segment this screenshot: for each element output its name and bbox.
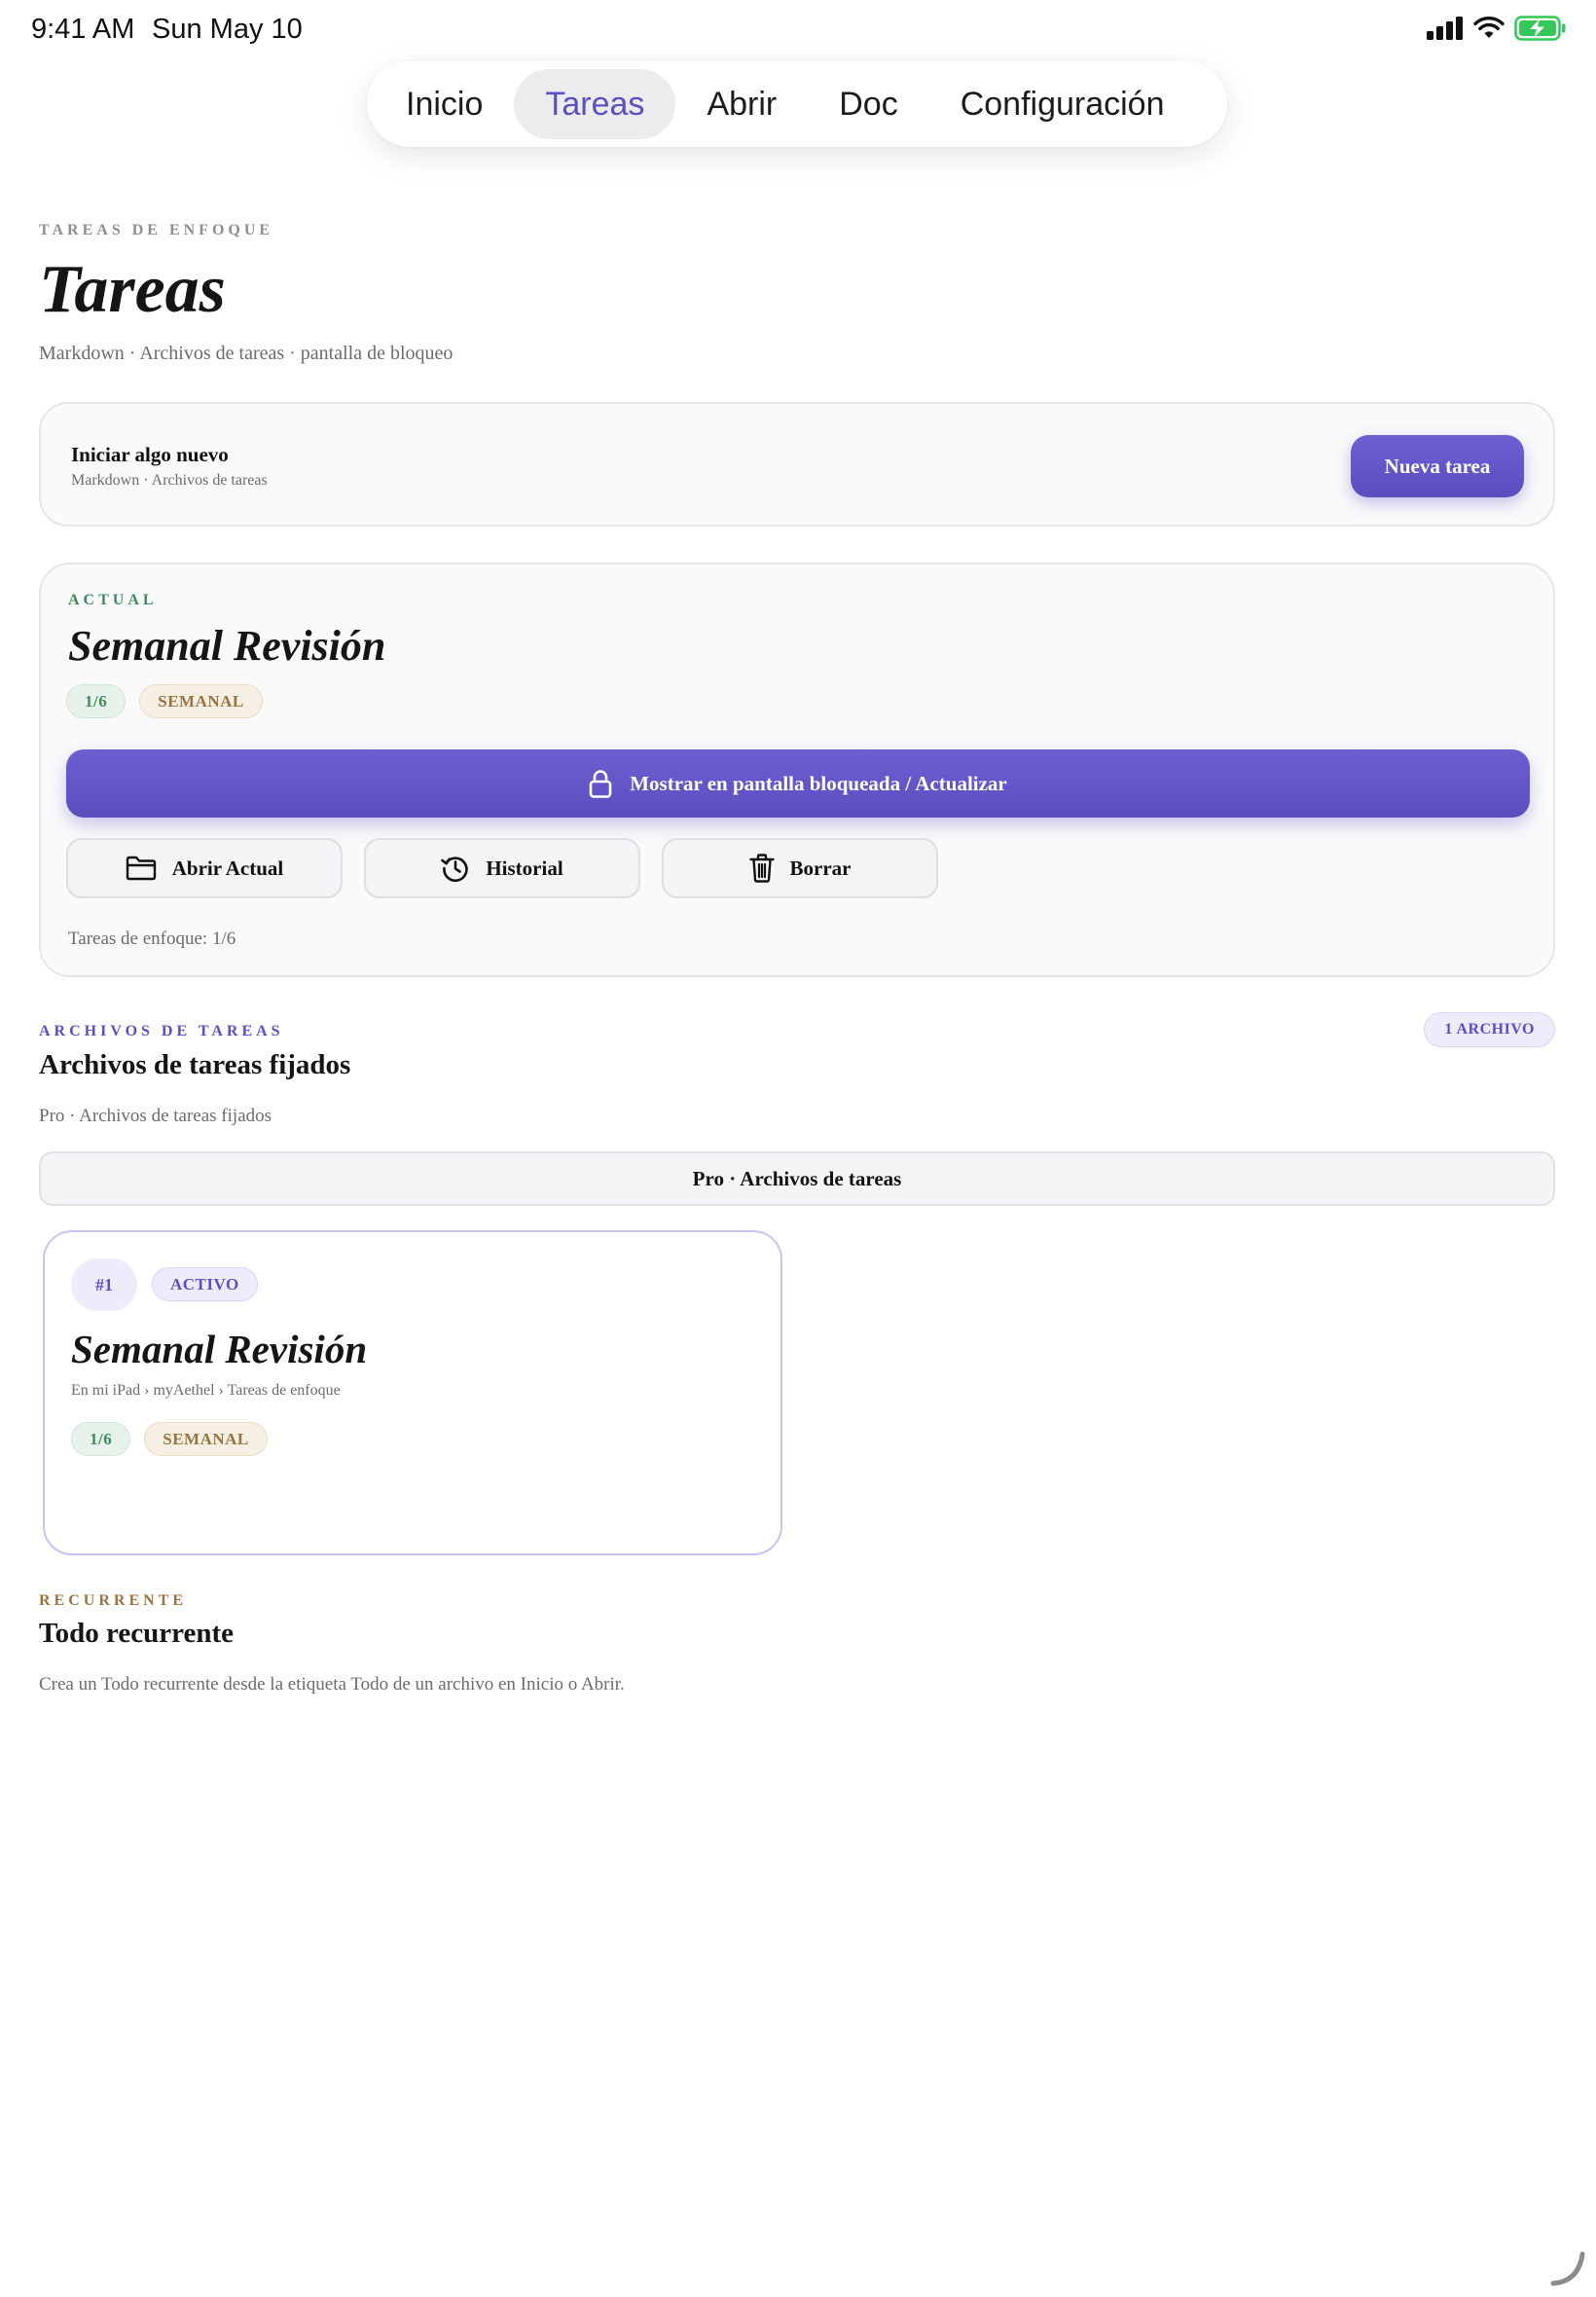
- file-title: Semanal Revisión: [71, 1327, 368, 1371]
- delete-button[interactable]: Borrar: [662, 838, 938, 898]
- pinned-file-card[interactable]: #1 ACTIVO Semanal Revisión En mi iPad › …: [43, 1230, 782, 1555]
- files-count-badge: 1 ARCHIVO: [1424, 1012, 1555, 1047]
- wifi-icon: [1473, 17, 1505, 38]
- tab-abrir[interactable]: Abrir: [675, 69, 808, 139]
- status-date: Sun May 10: [152, 14, 303, 45]
- lock-screen-button[interactable]: Mostrar en pantalla bloqueada / Actualiz…: [66, 749, 1530, 818]
- folder-icon: [126, 856, 156, 881]
- signal-icon: [1427, 17, 1463, 40]
- file-progress-chip: 1/6: [71, 1422, 131, 1456]
- recurring-overline: RECURRENTE: [39, 1592, 188, 1609]
- page-title: Tareas: [39, 252, 226, 327]
- file-number-badge: #1: [71, 1258, 137, 1311]
- current-task-title: Semanal Revisión: [68, 622, 386, 670]
- tab-tareas[interactable]: Tareas: [514, 69, 676, 139]
- progress-chip: 1/6: [66, 684, 127, 718]
- status-time: 9:41 AM: [31, 14, 135, 45]
- recurring-title: Todo recurrente: [39, 1618, 235, 1649]
- current-chips: 1/6 SEMANAL: [66, 684, 263, 718]
- pro-files-button[interactable]: Pro · Archivos de tareas: [39, 1151, 1555, 1206]
- files-title: Archivos de tareas fijados: [39, 1049, 351, 1080]
- recurring-subtitle: Crea un Todo recurrente desde la etiquet…: [39, 1674, 625, 1695]
- status-icons: [1427, 16, 1567, 41]
- page-subtitle: Markdown · Archivos de tareas · pantalla…: [39, 343, 453, 364]
- tab-doc[interactable]: Doc: [808, 69, 928, 139]
- current-footer: Tareas de enfoque: 1/6: [68, 929, 236, 949]
- lock-icon: [589, 770, 612, 798]
- new-task-card: Iniciar algo nuevo Markdown · Archivos d…: [39, 402, 1555, 527]
- resize-corner-icon: [1550, 2251, 1585, 2286]
- page-overline: TAREAS DE ENFOQUE: [39, 222, 274, 238]
- files-overline: ARCHIVOS DE TAREAS: [39, 1023, 284, 1039]
- tab-configuracion[interactable]: Configuración: [929, 69, 1196, 139]
- history-icon: [441, 857, 468, 883]
- period-chip: SEMANAL: [139, 684, 263, 718]
- delete-label: Borrar: [789, 856, 852, 880]
- file-path: En mi iPad › myAethel › Tareas de enfoqu…: [71, 1382, 341, 1399]
- new-task-title: Iniciar algo nuevo: [71, 443, 229, 466]
- trash-icon: [748, 854, 775, 883]
- status-bar: 9:41 AM Sun May 10: [0, 0, 1596, 60]
- tab-inicio[interactable]: Inicio: [375, 69, 514, 139]
- current-actions: Abrir Actual Historial Borrar: [66, 838, 938, 898]
- new-task-subtitle: Markdown · Archivos de tareas: [71, 472, 268, 489]
- file-status-chips: ACTIVO: [152, 1267, 258, 1301]
- lock-screen-label: Mostrar en pantalla bloqueada / Actualiz…: [630, 771, 1007, 795]
- status-chip: ACTIVO: [152, 1267, 258, 1301]
- history-button[interactable]: Historial: [364, 838, 640, 898]
- history-label: Historial: [486, 856, 563, 880]
- files-subtitle: Pro · Archivos de tareas fijados: [39, 1106, 272, 1126]
- tab-bar: Inicio Tareas Abrir Doc Configuración: [367, 61, 1227, 147]
- battery-charging-icon: [1514, 16, 1566, 41]
- open-current-label: Abrir Actual: [171, 856, 284, 880]
- new-task-button[interactable]: Nueva tarea: [1351, 435, 1524, 497]
- open-current-button[interactable]: Abrir Actual: [66, 838, 343, 898]
- current-overline: ACTUAL: [68, 592, 158, 608]
- file-chips: 1/6 SEMANAL: [71, 1422, 268, 1456]
- file-period-chip: SEMANAL: [144, 1422, 268, 1456]
- current-task-card: ACTUAL Semanal Revisión 1/6 SEMANAL Most…: [39, 563, 1555, 977]
